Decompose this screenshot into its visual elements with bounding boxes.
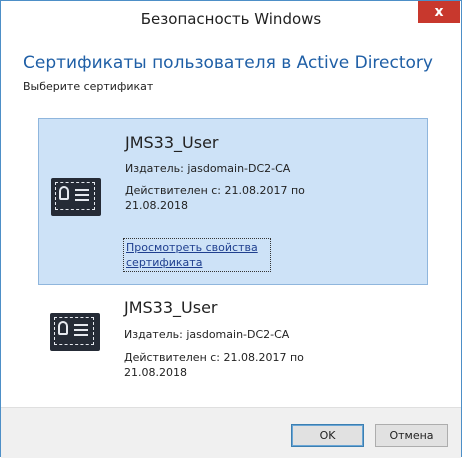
certificate-validity: Действителен с: 21.08.2017 по 21.08.2018 [124, 351, 304, 379]
certificate-issuer: Издатель: jasdomain-DC2-CA [124, 328, 290, 341]
dialog-footer: OK Отмена [1, 407, 461, 458]
certificate-name: JMS33_User [124, 298, 218, 317]
certificate-icon [50, 313, 100, 351]
certificate-validity: Действителен с: 21.08.2017 по 21.08.2018 [125, 184, 305, 212]
security-dialog: Безопасность Windows x Сертификаты польз… [0, 0, 462, 458]
certificate-issuer: Издатель: jasdomain-DC2-CA [125, 162, 291, 175]
dialog-heading: Сертификаты пользователя в Active Direct… [23, 53, 433, 73]
certificate-item-1[interactable]: JMS33_User Издатель: jasdomain-DC2-CA Де… [38, 118, 428, 285]
certificate-icon [51, 178, 101, 216]
certificate-item-2[interactable]: JMS33_User Издатель: jasdomain-DC2-CA Де… [38, 289, 428, 399]
cancel-button[interactable]: Отмена [375, 424, 448, 447]
title-bar: Безопасность Windows x [1, 1, 461, 37]
ok-button[interactable]: OK [291, 424, 364, 447]
close-button[interactable]: x [418, 1, 460, 23]
certificate-name: JMS33_User [125, 133, 219, 152]
dialog-subheading: Выберите сертификат [23, 80, 154, 93]
window-title: Безопасность Windows [140, 10, 322, 28]
view-certificate-properties-link[interactable]: Просмотреть свойства сертификата [123, 238, 271, 272]
